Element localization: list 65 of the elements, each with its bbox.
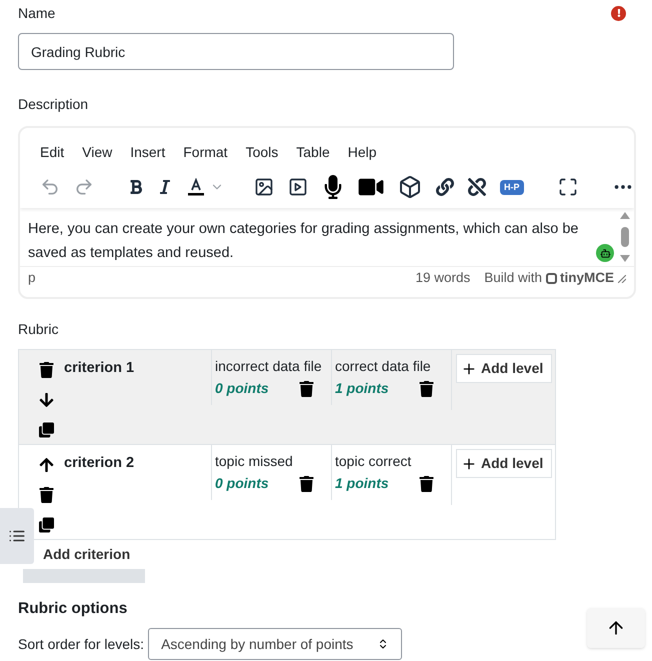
drawer-toggle-button[interactable] bbox=[0, 508, 34, 564]
delete-icon[interactable] bbox=[419, 380, 434, 396]
level-definition: topic correct bbox=[335, 452, 412, 471]
level-score: 1 points bbox=[335, 474, 389, 493]
level-cell[interactable]: correct data file 1 points bbox=[331, 350, 451, 405]
delete-icon[interactable] bbox=[39, 362, 54, 378]
level-score: 0 points bbox=[215, 474, 269, 493]
microphone-icon[interactable] bbox=[322, 175, 344, 199]
criterion-name[interactable]: criterion 1 bbox=[56, 350, 211, 438]
video-camera-icon[interactable] bbox=[358, 176, 384, 198]
fullscreen-icon[interactable] bbox=[558, 177, 578, 197]
level-definition: incorrect data file bbox=[215, 357, 323, 376]
duplicate-icon[interactable] bbox=[39, 517, 54, 533]
back-to-top-button[interactable] bbox=[587, 608, 645, 648]
duplicate-icon[interactable] bbox=[39, 422, 54, 438]
resize-handle-icon[interactable] bbox=[618, 274, 626, 282]
field-label: Rubric bbox=[18, 320, 60, 337]
delete-icon[interactable] bbox=[419, 476, 434, 492]
word-count: 19 words bbox=[415, 269, 470, 288]
delete-icon[interactable] bbox=[299, 476, 314, 492]
plus-icon bbox=[461, 456, 477, 472]
field-label: Description bbox=[18, 95, 90, 112]
sort-select[interactable]: Ascending by number of points bbox=[148, 628, 402, 660]
tinymce-logo[interactable]: tinyMCE bbox=[546, 268, 614, 289]
h5p-button[interactable]: H-P bbox=[500, 180, 524, 194]
assistant-icon[interactable] bbox=[596, 244, 614, 262]
name-field[interactable]: Grading Rubric bbox=[18, 33, 454, 70]
italic-icon[interactable] bbox=[158, 179, 172, 195]
element-path[interactable]: p bbox=[28, 268, 416, 289]
level-definition: topic missed bbox=[215, 452, 294, 471]
level-score: 1 points bbox=[335, 379, 389, 398]
unlink-icon[interactable] bbox=[468, 178, 486, 196]
menu-item[interactable]: Tools bbox=[246, 142, 278, 166]
arrow-up-icon[interactable] bbox=[39, 457, 54, 473]
scrollbar bbox=[620, 212, 630, 262]
sort-label: Sort order for levels: bbox=[18, 634, 144, 654]
menu-item[interactable]: Table bbox=[296, 142, 330, 166]
delete-icon[interactable] bbox=[299, 380, 314, 396]
link-icon[interactable] bbox=[436, 178, 454, 196]
section-title: Rubric options bbox=[18, 599, 128, 619]
level-cell[interactable]: topic correct 1 points bbox=[331, 445, 451, 500]
branding-text: Build with bbox=[484, 269, 542, 288]
level-score: 0 points bbox=[215, 379, 269, 398]
field-label: Name bbox=[18, 4, 56, 22]
level-definition: correct data file bbox=[335, 357, 432, 376]
menu-item[interactable]: Help bbox=[348, 142, 377, 166]
bold-icon[interactable] bbox=[128, 179, 144, 195]
menu-item[interactable]: View bbox=[82, 142, 112, 166]
menu-item[interactable]: Insert bbox=[130, 142, 166, 166]
menu-item[interactable]: Edit bbox=[40, 142, 64, 166]
arrow-down-icon[interactable] bbox=[39, 392, 54, 408]
image-icon[interactable] bbox=[254, 177, 274, 197]
description-text: Here, you can create your own categories for grading assignments, which can also be saved as templates and reused. bbox=[28, 220, 580, 263]
play-icon[interactable] bbox=[288, 177, 308, 197]
criterion-name[interactable]: criterion 2 bbox=[56, 445, 211, 533]
add-level-button[interactable]: Add level bbox=[456, 449, 552, 478]
level-cell[interactable]: incorrect data file 0 points bbox=[211, 350, 331, 405]
add-level-button[interactable]: Add level bbox=[456, 354, 552, 383]
add-criterion-button[interactable]: Add criterion bbox=[23, 540, 145, 569]
plus-icon bbox=[461, 360, 477, 376]
delete-icon[interactable] bbox=[39, 487, 54, 503]
level-cell[interactable]: topic missed 0 points bbox=[211, 445, 331, 500]
menu-item[interactable]: Format bbox=[183, 142, 228, 166]
cube-icon[interactable] bbox=[398, 175, 422, 199]
text-color-icon[interactable] bbox=[186, 178, 224, 196]
